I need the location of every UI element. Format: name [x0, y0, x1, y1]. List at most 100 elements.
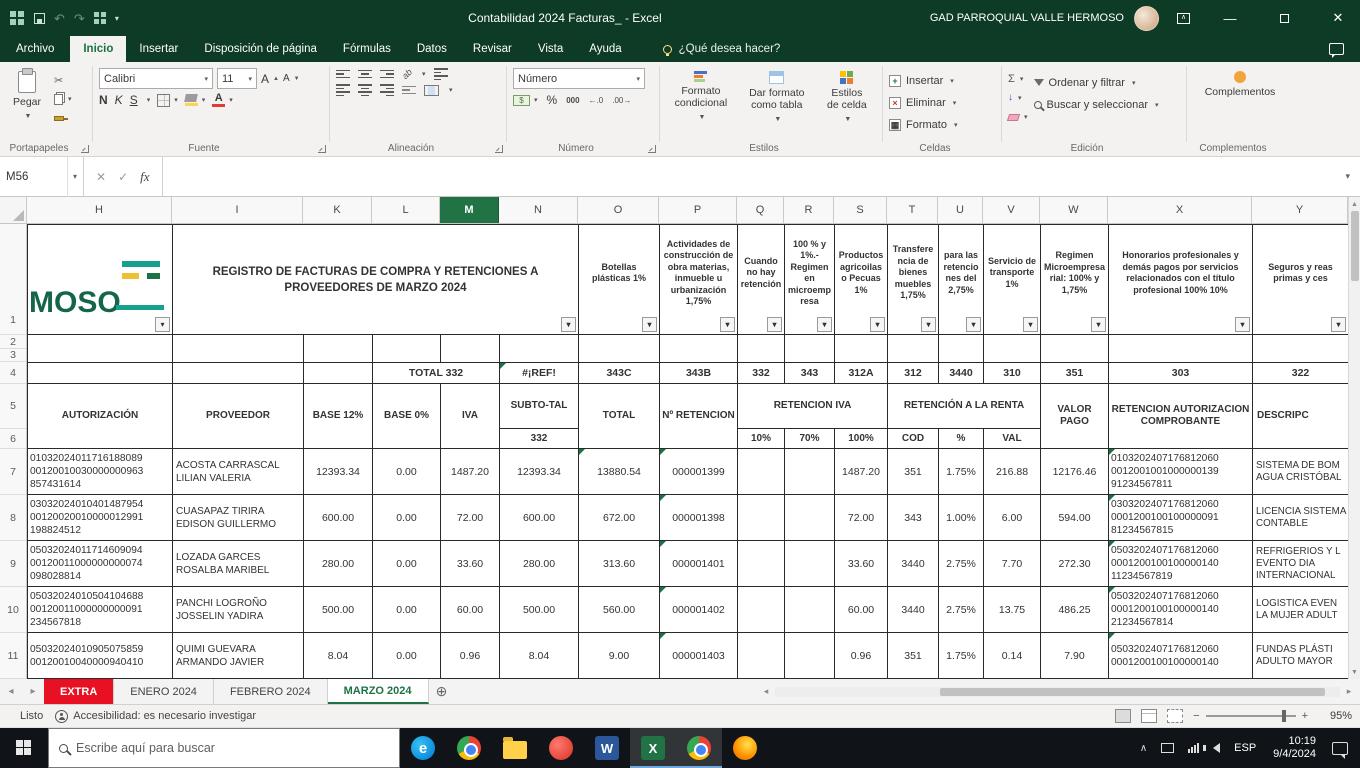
decrease-decimal-button[interactable]: .00→ [612, 96, 631, 105]
scroll-up-icon[interactable]: ▲ [1349, 197, 1360, 211]
taskbar-firefox[interactable] [722, 728, 768, 768]
cut-button[interactable]: ✂ [54, 72, 72, 88]
cell-I4[interactable] [173, 363, 304, 383]
column-header-L[interactable]: L [372, 197, 440, 223]
display-tray-icon[interactable] [1154, 728, 1181, 768]
autofilter-button[interactable]: ▾ [561, 317, 576, 332]
cell-ref-error[interactable]: #¡REF! [500, 363, 579, 383]
accessibility-status[interactable]: Accesibilidad: es necesario investigar [55, 710, 256, 723]
fill-color-button[interactable]: ▾ [185, 94, 206, 106]
tab-archivo[interactable]: Archivo [0, 36, 70, 62]
cell-T9[interactable]: 3440 [888, 541, 939, 586]
excel-app-icon[interactable] [10, 11, 25, 26]
header-subtotal[interactable]: SUBTO-TAL [500, 384, 579, 429]
scroll-left-icon[interactable]: ◂ [759, 686, 773, 697]
cell-U9[interactable]: 2.75% [939, 541, 984, 586]
alignment-dialog-launcher-icon[interactable] [495, 145, 503, 153]
cell-L7[interactable]: 0.00 [373, 449, 441, 494]
cell-Y2[interactable] [1253, 335, 1349, 349]
fill-button[interactable]: ↓▾ [1008, 90, 1028, 106]
cell-U7[interactable]: 1.75% [939, 449, 984, 494]
cell-V3[interactable] [984, 349, 1041, 362]
cell-N2[interactable] [500, 335, 579, 349]
cell-H7[interactable]: 0103202401171618808900120010030000000963… [28, 449, 173, 494]
autofilter-button[interactable]: ▾ [921, 317, 936, 332]
percent-style-button[interactable]: % [547, 93, 558, 107]
cell-L8[interactable]: 0.00 [373, 495, 441, 540]
clear-button[interactable]: ▾ [1008, 109, 1028, 125]
cell-Y3[interactable] [1253, 349, 1349, 362]
save-icon[interactable] [34, 13, 45, 24]
column-header-V[interactable]: V [983, 197, 1040, 223]
column-header-Y[interactable]: Y [1252, 197, 1348, 223]
scroll-down-icon[interactable]: ▼ [1349, 665, 1360, 679]
cell-H4[interactable] [28, 363, 173, 383]
header-renta-%[interactable]: % [939, 429, 984, 448]
cell-code-U[interactable]: 3440 [939, 363, 984, 383]
cell-K2[interactable] [304, 335, 373, 349]
cell-X8[interactable]: 0303202407176812060000120010010000009181… [1109, 495, 1253, 540]
close-button[interactable]: ✕ [1316, 0, 1360, 36]
name-box[interactable]: M56 ▾ [0, 157, 84, 197]
taskbar-edge[interactable]: e [400, 728, 446, 768]
header-iva-100%[interactable]: 100% [835, 429, 888, 448]
cell-N9[interactable]: 280.00 [500, 541, 579, 586]
cell-H11[interactable]: 0503202401090507585900120010040000940410 [28, 633, 173, 678]
delete-cells-button[interactable]: ×Eliminar▾ [889, 93, 957, 113]
comments-icon[interactable] [1329, 43, 1344, 55]
cell-W9[interactable]: 272.30 [1041, 541, 1109, 586]
header-autorizacion[interactable]: AUTORIZACIÓN [28, 384, 173, 448]
cell-N8[interactable]: 600.00 [500, 495, 579, 540]
cell-W2[interactable] [1041, 335, 1109, 349]
cell-W10[interactable]: 486.25 [1041, 587, 1109, 632]
autofilter-button[interactable]: ▾ [1023, 317, 1038, 332]
cell-cat-V[interactable]: Servicio de transporte 1%▾ [984, 225, 1041, 334]
find-select-button[interactable]: Buscar y seleccionar▾ [1034, 95, 1159, 114]
cell-X10[interactable]: 0503202407176812060000120010010000014021… [1109, 587, 1253, 632]
italic-button[interactable]: K [115, 93, 123, 107]
orientation-icon[interactable]: ab [400, 67, 414, 81]
cell-I2[interactable] [173, 335, 304, 349]
cell-I10[interactable]: PANCHI LOGROÑOJOSSELIN YADIRA [173, 587, 304, 632]
cell-cat-P[interactable]: Actividades de construcción de obra mate… [660, 225, 738, 334]
cell-Q2[interactable] [738, 335, 785, 349]
cell-P7[interactable]: 000001399 [660, 449, 738, 494]
cell-code-S[interactable]: 312A [835, 363, 888, 383]
cell-T7[interactable]: 351 [888, 449, 939, 494]
start-button[interactable] [0, 728, 48, 768]
format-as-table-button[interactable]: Dar formato como tabla ▼ [742, 66, 812, 140]
cell-H9[interactable]: 0503202401171460909400120011000000000074… [28, 541, 173, 586]
taskbar-red-app[interactable] [538, 728, 584, 768]
header-base12[interactable]: BASE 12% [304, 384, 373, 448]
cell-code-X[interactable]: 303 [1109, 363, 1253, 383]
row-header-4[interactable]: 4 [0, 362, 26, 384]
clock[interactable]: 10:19 9/4/2024 [1263, 735, 1326, 761]
tray-expand-icon[interactable]: ∧ [1133, 728, 1154, 768]
cell-L9[interactable]: 0.00 [373, 541, 441, 586]
font-color-button[interactable]: A▾ [212, 93, 233, 107]
autosum-button[interactable]: Σ▾ [1008, 71, 1028, 87]
cell-X11[interactable]: 05032024071768120600001200100100000140 [1109, 633, 1253, 678]
cell-total-label[interactable]: TOTAL 332 [373, 363, 500, 383]
cell-code-O[interactable]: 343C [579, 363, 660, 383]
cell-S9[interactable]: 33.60 [835, 541, 888, 586]
row-header-5[interactable]: 5 [0, 384, 26, 429]
cell-X3[interactable] [1109, 349, 1253, 362]
cell-R2[interactable] [785, 335, 835, 349]
header-renta-VAL[interactable]: VAL [984, 429, 1041, 448]
column-header-W[interactable]: W [1040, 197, 1108, 223]
notification-center-icon[interactable] [1332, 742, 1348, 755]
cell-Y10[interactable]: LOGISTICA EVENLA MUJER ADULT [1253, 587, 1349, 632]
align-right-icon[interactable] [380, 84, 394, 96]
cell-M11[interactable]: 0.96 [441, 633, 500, 678]
cell-P2[interactable] [660, 335, 738, 349]
header-descripcion[interactable]: DESCRIPC [1253, 384, 1349, 448]
cell-X7[interactable]: 0103202407176812060001200100100000013991… [1109, 449, 1253, 494]
column-header-N[interactable]: N [499, 197, 578, 223]
sort-filter-button[interactable]: Ordenar y filtrar▾ [1034, 73, 1159, 92]
number-format-combo[interactable]: Número▾ [513, 68, 645, 89]
header-num-retencion[interactable]: Nº RETENCION [660, 384, 738, 448]
cell-N11[interactable]: 8.04 [500, 633, 579, 678]
autofilter-button[interactable]: ▾ [870, 317, 885, 332]
undo-icon[interactable]: ↶ [54, 12, 65, 25]
